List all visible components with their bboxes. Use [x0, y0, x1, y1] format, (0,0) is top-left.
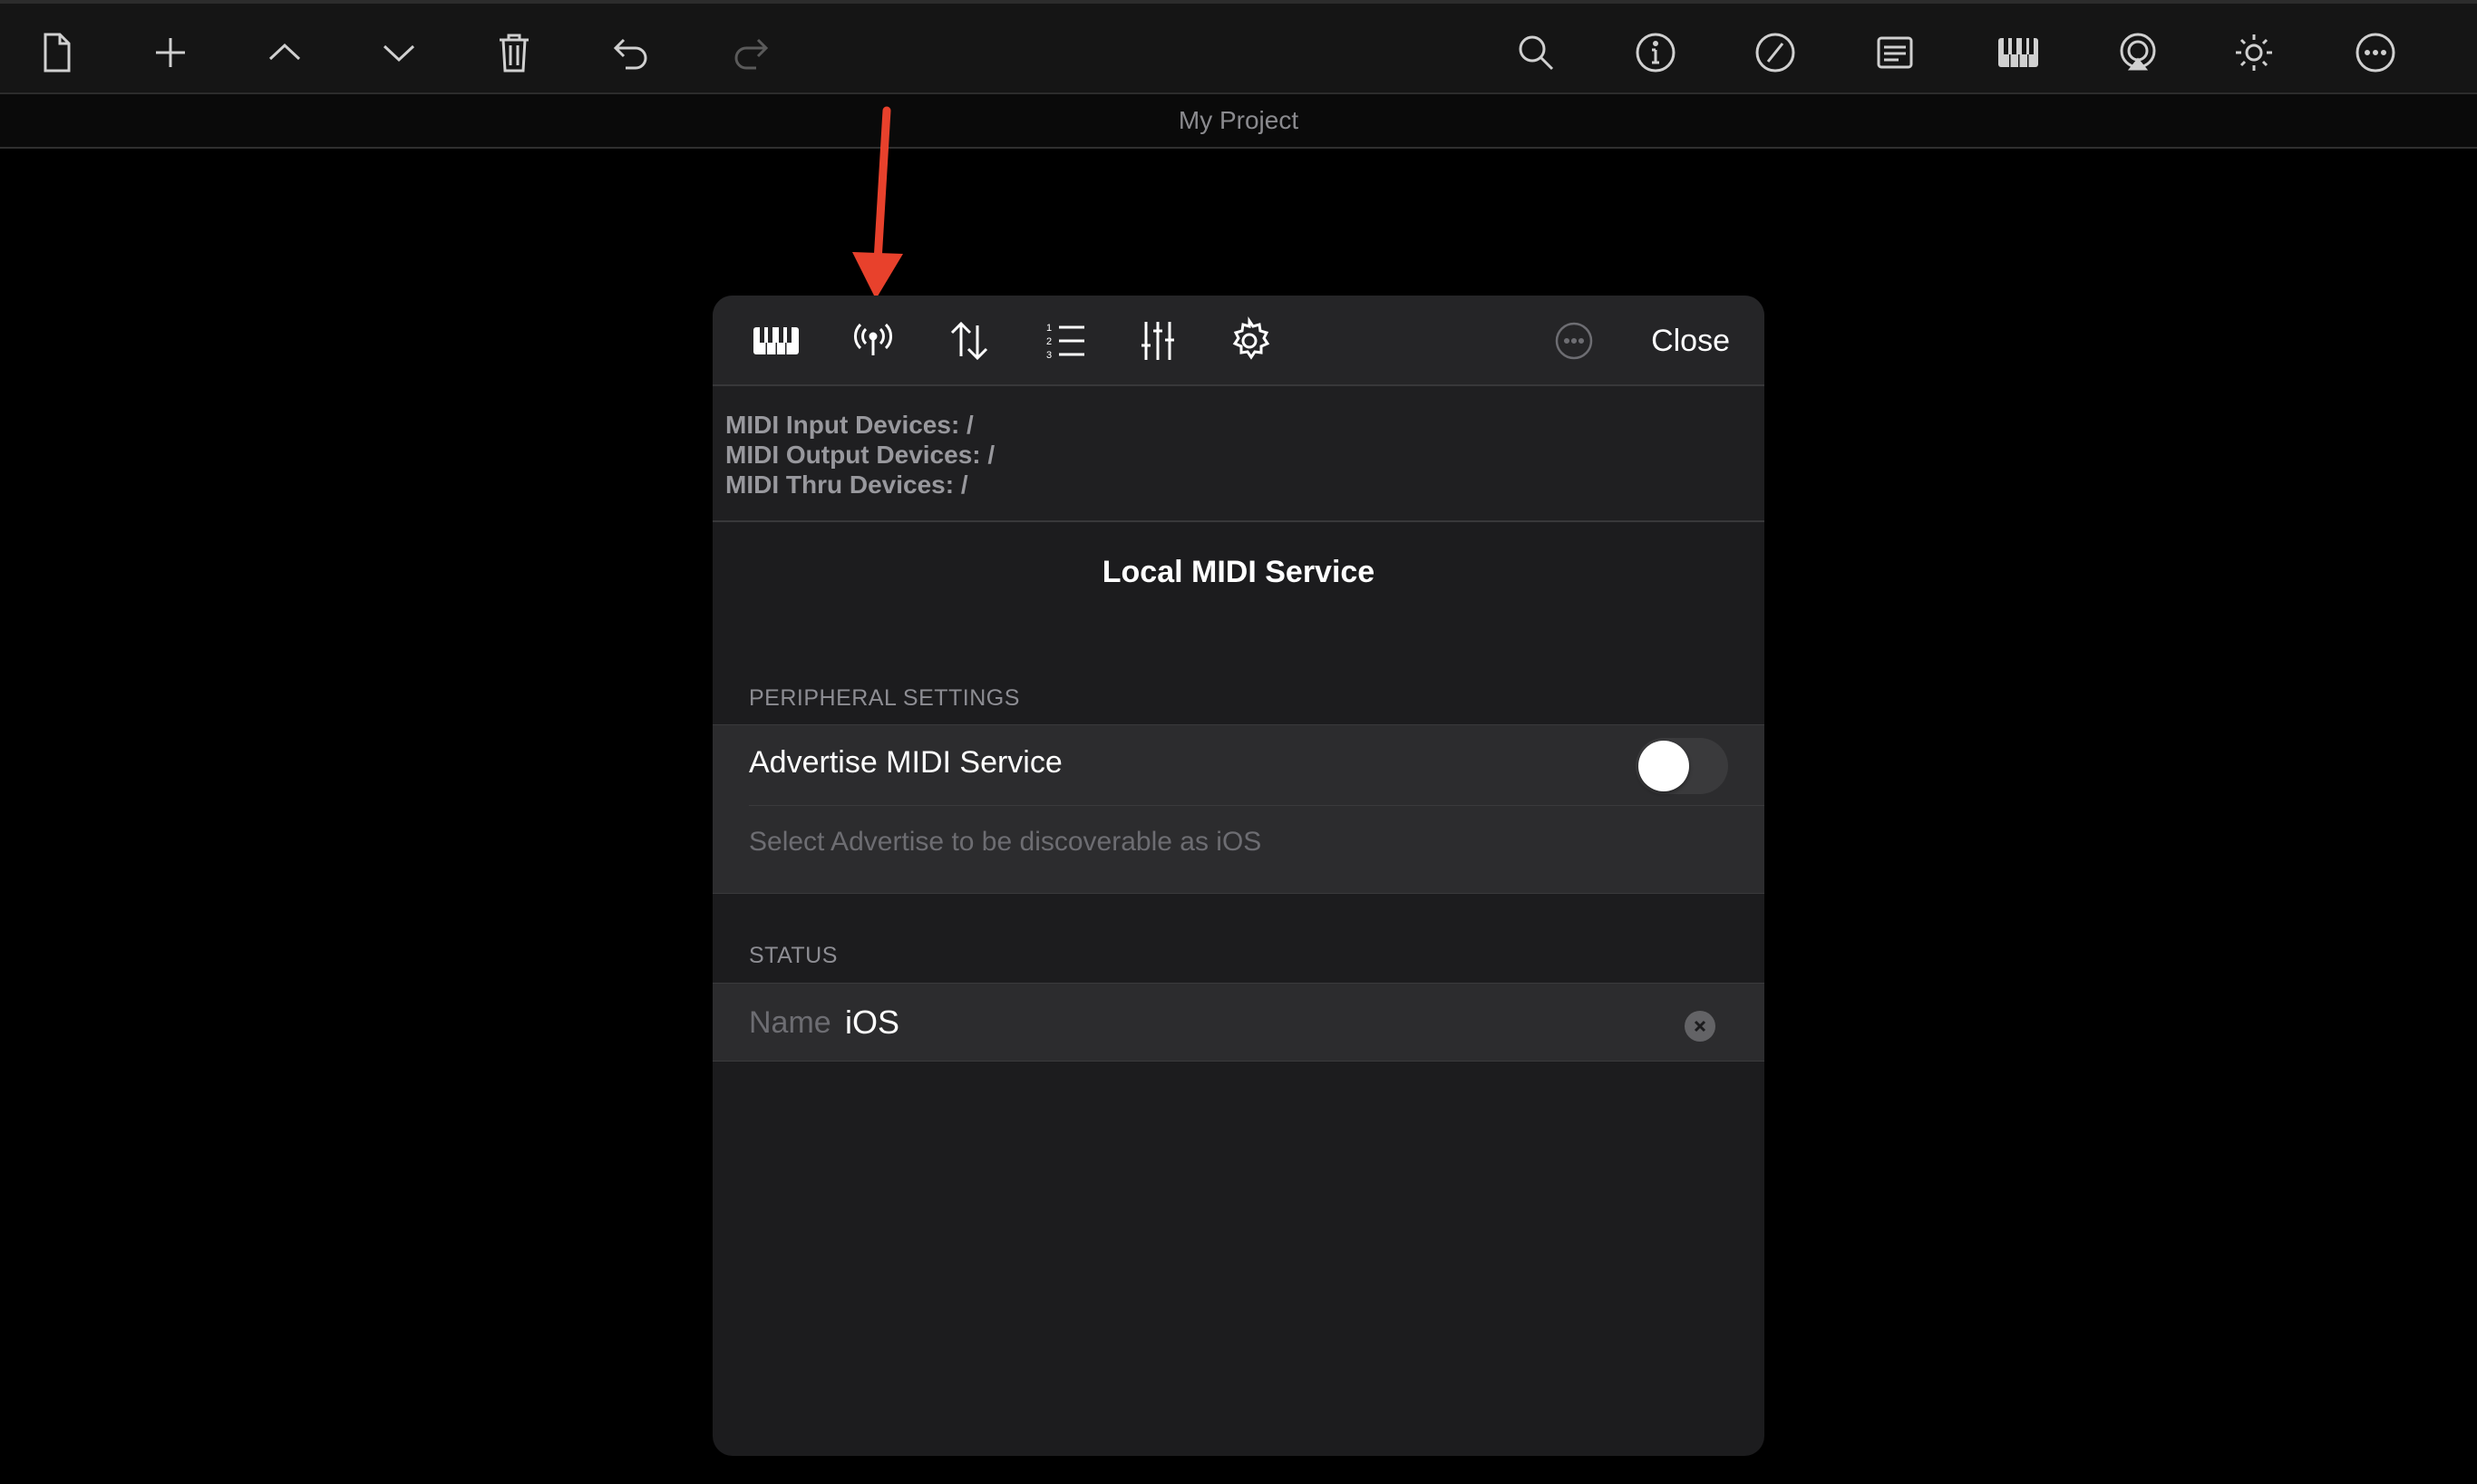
- midi-settings-panel: 1 2 3 Close MIDI Input Devices: / MIDI Out…: [713, 296, 1764, 1456]
- row-divider: [749, 805, 1764, 806]
- annotation-arrow-icon: [852, 106, 903, 299]
- clear-text-icon[interactable]: [1685, 1011, 1715, 1042]
- midi-output-devices: MIDI Output Devices: /: [725, 441, 996, 469]
- trash-icon[interactable]: [481, 20, 547, 85]
- peripheral-settings-group: Advertise MIDI Service Select Advertise …: [713, 724, 1764, 894]
- plus-icon[interactable]: [138, 20, 203, 85]
- service-title: Local MIDI Service: [1102, 555, 1375, 589]
- more-options-icon[interactable]: [1547, 314, 1601, 368]
- top-toolbar: [0, 0, 2477, 94]
- redo-icon[interactable]: [718, 20, 783, 85]
- no-entry-icon[interactable]: [1743, 20, 1808, 85]
- peripheral-settings-header: PERIPHERAL SETTINGS: [749, 685, 1020, 711]
- new-document-icon[interactable]: [24, 20, 89, 85]
- svg-text:3: 3: [1046, 350, 1052, 361]
- name-field-input[interactable]: iOS: [845, 1004, 899, 1042]
- svg-text:2: 2: [1046, 336, 1052, 347]
- more-icon[interactable]: [2343, 20, 2408, 85]
- undo-icon[interactable]: [598, 20, 664, 85]
- svg-text:1: 1: [1046, 323, 1052, 334]
- brightness-icon[interactable]: [2221, 20, 2287, 85]
- advertise-midi-service-label: Advertise MIDI Service: [749, 745, 1063, 780]
- name-field-label: Name: [749, 1005, 831, 1040]
- notes-icon[interactable]: [1862, 20, 1928, 85]
- midi-devices-summary: MIDI Input Devices: / MIDI Output Device…: [713, 386, 1764, 522]
- project-title-bar: My Project: [0, 94, 2477, 149]
- up-down-arrows-icon[interactable]: [942, 314, 996, 368]
- close-button[interactable]: Close: [1651, 319, 1730, 363]
- status-group: Name iOS: [713, 983, 1764, 1062]
- midi-thru-devices: MIDI Thru Devices: /: [725, 470, 968, 499]
- info-icon[interactable]: [1623, 20, 1688, 85]
- settings-gear-icon[interactable]: [1222, 314, 1277, 368]
- antenna-icon[interactable]: [846, 314, 900, 368]
- project-title: My Project: [1178, 106, 1299, 134]
- advertise-hint-text: Select Advertise to be discoverable as i…: [749, 827, 1262, 857]
- panel-toolbar: 1 2 3 Close: [713, 296, 1764, 386]
- chevron-up-icon[interactable]: [252, 20, 317, 85]
- piano-keys-icon[interactable]: [1986, 20, 2051, 85]
- toggle-knob: [1638, 741, 1689, 791]
- numbered-list-icon[interactable]: 1 2 3: [1038, 314, 1093, 368]
- sliders-icon[interactable]: [1131, 314, 1185, 368]
- search-icon[interactable]: [1503, 20, 1569, 85]
- status-header: STATUS: [749, 943, 838, 968]
- airplay-icon[interactable]: [2105, 20, 2171, 85]
- advertise-midi-service-toggle[interactable]: [1636, 738, 1728, 794]
- piano-keys-icon[interactable]: [749, 314, 803, 368]
- chevron-down-icon[interactable]: [366, 20, 432, 85]
- midi-input-devices: MIDI Input Devices: /: [725, 411, 974, 439]
